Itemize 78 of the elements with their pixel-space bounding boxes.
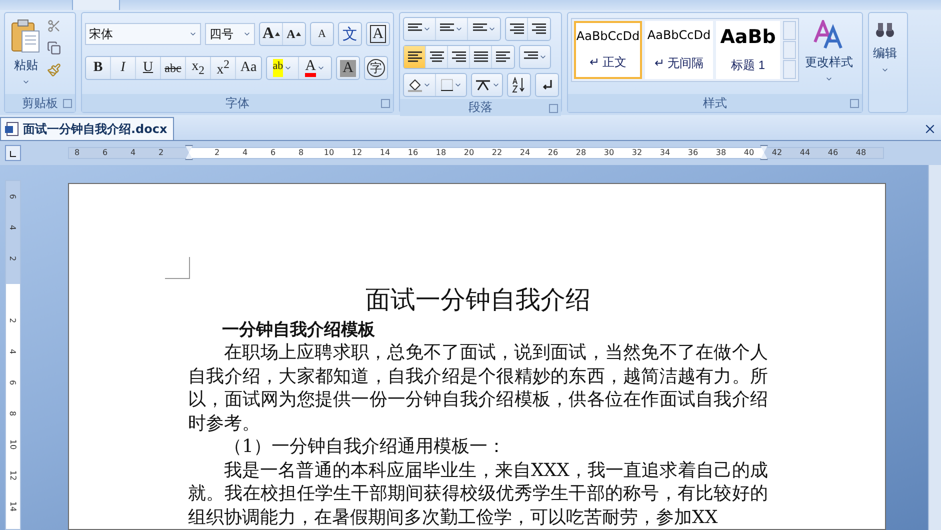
body-paragraph: 我是一名普通的本科应届毕业生，来自XXX，我一直追求着自己的成就。我在校担任学生干部期间获得校级优秀学生干部的称号，有比较好的组织协调能力，在暑假期间多次勤工俭学，可以吃苦耐劳，参加XX	[188, 458, 768, 529]
caret-icon	[243, 30, 252, 38]
sort-icon	[511, 77, 527, 93]
font-family-field[interactable]: 宋体	[85, 23, 202, 45]
align-button[interactable]	[404, 46, 426, 68]
font-size-button[interactable]: A	[283, 23, 305, 45]
caret-icon	[881, 66, 889, 74]
style-item[interactable]: AaBb 标题 1	[716, 21, 780, 79]
tab-stop-icon[interactable]	[5, 145, 21, 161]
document-heading: 一分钟自我介绍模板	[221, 319, 376, 341]
vertical-scrollbar[interactable]	[928, 165, 941, 530]
caret-icon	[284, 64, 292, 72]
caret-icon	[423, 25, 431, 33]
style-item[interactable]: AaBbCcDd ↵ 正文	[574, 21, 642, 79]
glyph-icon: A	[318, 28, 326, 40]
close-icon[interactable]	[923, 122, 937, 136]
format-button[interactable]: abc	[161, 57, 186, 79]
right-indent-marker[interactable]	[760, 145, 768, 160]
paint-bucket-icon	[408, 78, 422, 92]
caret-icon	[538, 53, 546, 61]
vertical-ruler: 6 4 2 2 4 6 8 10 12 14	[5, 180, 21, 530]
color-button[interactable]: ab	[267, 57, 299, 79]
glyph-icon: A	[262, 25, 274, 43]
caret-icon	[455, 25, 463, 33]
caret-icon	[423, 81, 431, 89]
lines-icon	[474, 51, 488, 63]
caret-icon	[492, 81, 500, 89]
horizontal-ruler: 8 6 4 2 2 4 6 8 10 12 14 16 18 20 22 24 26 28 30 32 34 36 38 40 42 44 46 48	[68, 147, 884, 159]
lines-icon	[510, 23, 524, 35]
font-size-field[interactable]: 四号	[205, 23, 256, 45]
format-button[interactable]: x$_{2}$	[186, 57, 211, 79]
body-paragraph: （1）一分钟自我介绍通用模板一：	[223, 435, 506, 458]
clipboard-icon	[11, 19, 41, 53]
change-styles-button[interactable]: 更改样式	[803, 18, 855, 92]
document-title: 面试一分钟自我介绍	[364, 284, 592, 316]
caret-icon	[825, 75, 833, 83]
lines-icon	[408, 51, 422, 63]
triangle-icon	[296, 32, 302, 36]
copy-icon[interactable]	[47, 41, 61, 55]
group-label: 剪贴板	[22, 94, 58, 112]
color-swatch-icon: ab	[272, 59, 284, 77]
caret-icon	[22, 78, 30, 86]
lines-icon	[452, 51, 466, 63]
format-button[interactable]: U	[136, 57, 161, 79]
format-button[interactable]: Aa	[236, 57, 261, 79]
format-button[interactable]: B	[86, 57, 111, 79]
color-button[interactable]: A	[299, 57, 331, 79]
caret-icon	[488, 25, 496, 33]
indent-marker[interactable]	[185, 145, 193, 160]
cut-icon[interactable]	[47, 19, 61, 33]
format-button[interactable]: I	[111, 57, 136, 79]
font-tool-button[interactable]: 文	[339, 23, 361, 45]
glyph-icon: 文	[342, 24, 358, 44]
format-button[interactable]: x$^{2}$	[211, 57, 236, 79]
word-document-icon	[5, 122, 19, 136]
group-label: 字体	[226, 94, 250, 112]
glyph-icon: A	[286, 26, 296, 42]
format-painter-icon[interactable]	[47, 63, 61, 77]
caret-icon	[454, 81, 462, 89]
styles-letters-icon	[813, 20, 845, 50]
border-grid-icon	[440, 79, 452, 91]
margin-corner-mark	[165, 257, 190, 279]
lines-icon	[430, 51, 444, 63]
body-paragraph: 在职场上应聘求职，总免不了面试，说到面试，当然免不了在做个人自我介绍，大家都知道，自我介绍是个很精妙的东西，越简洁越有力。所以，面试网为您提供一份一分钟自我介绍模板，供各位在作面试自我介绍时参考。	[188, 341, 768, 435]
return-arrow-icon	[541, 79, 553, 91]
group-label: 样式	[703, 94, 727, 112]
group-label: 段落	[468, 99, 492, 116]
caret-icon	[316, 64, 325, 72]
font-tool-button[interactable]: A	[311, 23, 333, 45]
lines-icon	[532, 23, 546, 35]
text-direction-icon	[474, 79, 490, 91]
font-size-button[interactable]: A	[260, 23, 283, 45]
triangle-icon	[275, 32, 280, 36]
paste-button[interactable]: 粘贴	[9, 17, 43, 90]
style-item[interactable]: AaBbCcDd ↵ 无间隔	[645, 21, 713, 79]
document-tab[interactable]: 面试一分钟自我介绍.docx	[0, 117, 174, 140]
lines-icon	[496, 51, 510, 63]
caret-icon	[189, 30, 198, 38]
